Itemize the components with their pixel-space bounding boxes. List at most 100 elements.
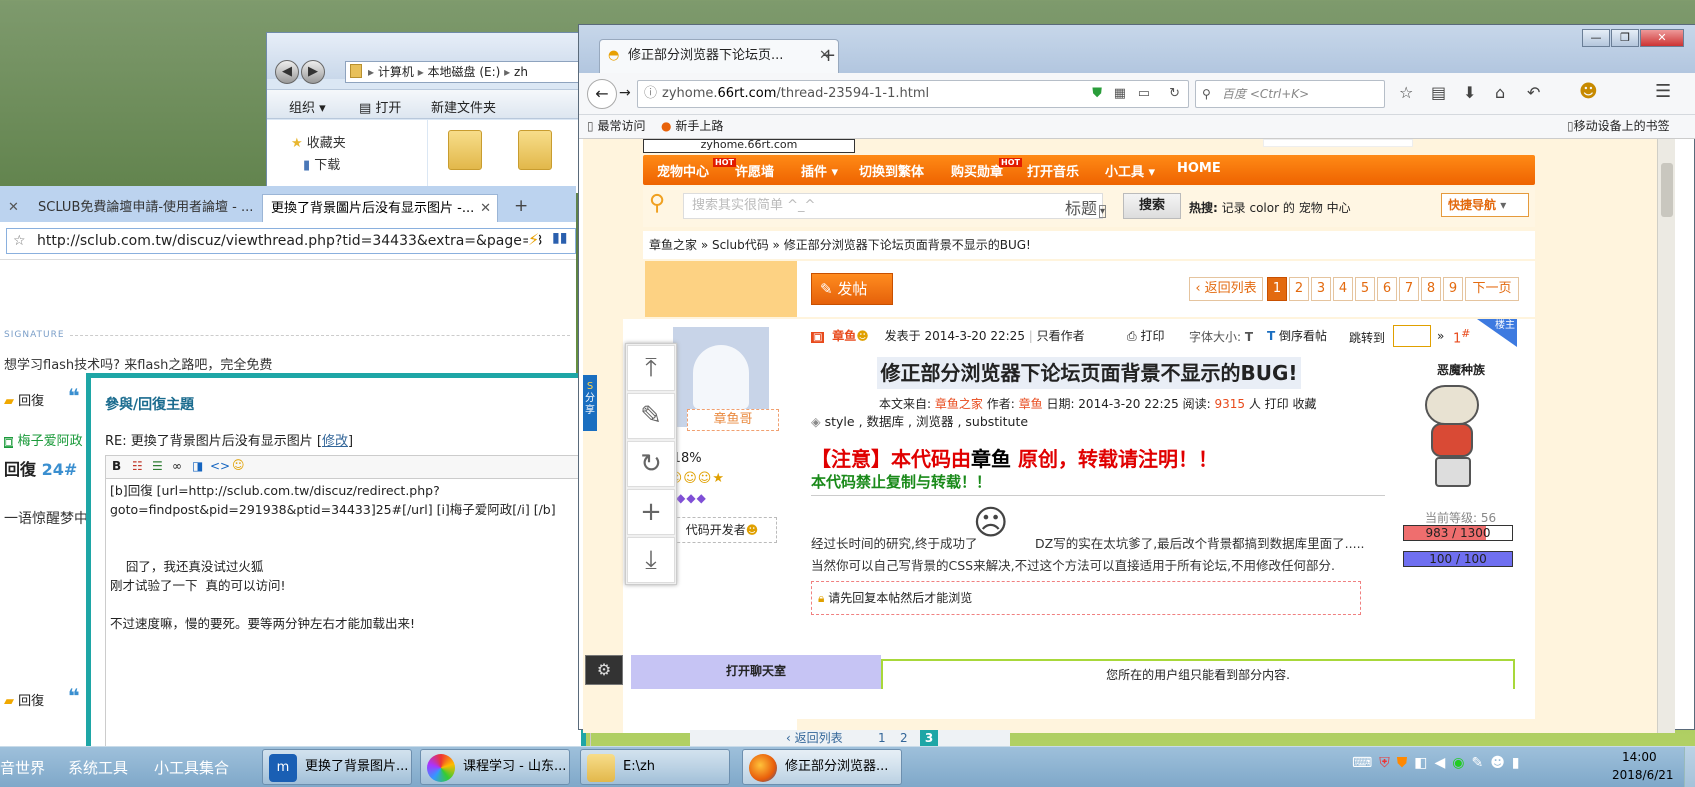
page-scrollbar[interactable] xyxy=(1657,139,1675,733)
hot-term[interactable]: color xyxy=(1249,201,1279,215)
left-browser-url-input[interactable]: ☆ http://sclub.com.tw/discuz/viewthread.… xyxy=(6,228,576,254)
nav-plugins[interactable]: 插件 ▾ xyxy=(801,161,838,180)
hot-term[interactable]: 中心 xyxy=(1327,201,1351,215)
hot-term[interactable]: 宠物 xyxy=(1299,201,1323,215)
close-tab-icon[interactable]: ✕ xyxy=(8,200,19,215)
close-tab-icon[interactable]: ✕ xyxy=(480,195,491,222)
taskbar-button-explorer[interactable]: E:\zh xyxy=(580,749,730,785)
nav-music[interactable]: 打开音乐 xyxy=(1027,161,1079,180)
tab-sclub[interactable]: SCLUB免費論壇申請-使用者論壇 - ...✕ xyxy=(30,194,256,222)
taskbar-button-maxthon[interactable]: m 更换了背景图片... xyxy=(262,749,412,785)
page-2[interactable]: 2 xyxy=(1289,277,1309,301)
code-icon[interactable]: <> xyxy=(210,459,230,473)
volume-icon[interactable]: ◀ xyxy=(1434,755,1452,771)
reply-link[interactable]: ▰ 回復 xyxy=(4,690,44,709)
folder-icon[interactable] xyxy=(518,130,552,170)
hot-term[interactable]: 的 xyxy=(1283,201,1295,215)
clock-time[interactable]: 14:00 xyxy=(1622,750,1657,764)
scroll-top-icon[interactable]: ⤒ xyxy=(627,345,675,391)
addon-icon[interactable]: ☻ xyxy=(1579,81,1598,102)
meta-author-link[interactable]: 章鱼 xyxy=(1019,397,1043,411)
mobile-bookmarks[interactable]: ▯移动设备上的书签 xyxy=(1567,115,1670,137)
folder-icon[interactable] xyxy=(448,130,482,170)
page-8[interactable]: 8 xyxy=(1421,277,1441,301)
scroll-bottom-icon[interactable]: ⤓ xyxy=(627,537,675,583)
info-icon[interactable]: ⓘ xyxy=(644,81,657,107)
organize-button[interactable]: 组织 ▾ xyxy=(289,97,326,116)
settings-gear-icon[interactable]: ⚙ xyxy=(585,655,623,685)
forward-icon[interactable]: ▶ xyxy=(301,60,325,84)
scroll-thumb[interactable] xyxy=(1661,163,1673,217)
clock-date[interactable]: 2018/6/21 xyxy=(1612,768,1674,782)
source-link[interactable]: 章鱼之家 xyxy=(935,397,983,411)
forum-search-input[interactable]: 搜索其实很简单 ^_^ xyxy=(683,193,1103,219)
tag-item[interactable]: 浏览器 xyxy=(916,414,954,429)
taskbar-item-world[interactable]: 音世界 xyxy=(0,757,45,778)
page-3[interactable]: 3 xyxy=(1311,277,1331,301)
author-link[interactable]: 章鱼 xyxy=(832,329,856,343)
firefox-url-input[interactable]: ⓘ zyhome.66rt.com/thread-23594-1-1.html … xyxy=(637,80,1189,108)
avatar-name[interactable]: 章鱼哥 xyxy=(687,409,779,431)
reply-link[interactable]: ▰ 回復 xyxy=(4,390,44,409)
show-desktop-button[interactable] xyxy=(1684,747,1695,787)
back-icon[interactable]: ← xyxy=(587,79,617,109)
bookmark-star-icon[interactable]: ☆ xyxy=(1399,83,1413,102)
reader-view-icon[interactable]: ▭ xyxy=(1138,81,1150,107)
color-icon[interactable]: ☷ xyxy=(132,459,143,473)
nav-buy-medals[interactable]: 购买勋章 HOT xyxy=(951,158,1022,180)
bottom-page-1[interactable]: 1 xyxy=(878,730,886,746)
bottom-page-3[interactable]: 3 xyxy=(920,730,938,746)
explorer-address-bar[interactable]: ▸ 计算机 ▸ 本地磁盘 (E:) ▸ zh xyxy=(345,61,585,83)
bold-icon[interactable]: B xyxy=(112,459,121,473)
print-link[interactable]: ⎙ 打印 xyxy=(1127,327,1164,344)
tag-item[interactable]: style xyxy=(825,414,855,429)
only-author-link[interactable]: 只看作者 xyxy=(1037,329,1085,343)
page-7[interactable]: 7 xyxy=(1399,277,1419,301)
keyboard-icon[interactable]: ⌨ xyxy=(1352,755,1379,771)
font-size-control[interactable]: 字体大小: T xyxy=(1189,328,1253,345)
close-window-button[interactable]: ✕ xyxy=(1640,29,1684,47)
next-page[interactable]: 下一页 xyxy=(1465,277,1519,301)
taskbar-item-gadgets[interactable]: 小工具集合 xyxy=(154,757,229,778)
maximize-button[interactable]: ❐ xyxy=(1611,29,1639,47)
reverse-order-link[interactable]: T 倒序看帖 xyxy=(1267,327,1327,344)
favorites-item[interactable]: ★ 收藏夹 xyxy=(291,132,346,151)
image-icon[interactable]: ☰ xyxy=(152,459,163,473)
quote-bubble-icon[interactable]: ◨ xyxy=(192,459,203,473)
page-1[interactable]: 1 xyxy=(1267,277,1287,301)
smiley-icon[interactable]: ☺ xyxy=(232,458,245,472)
taskbar-button-firefox[interactable]: 修正部分浏览器... xyxy=(742,749,902,785)
menu-icon[interactable]: ☰ xyxy=(1655,81,1671,102)
edit-icon[interactable]: ✎ xyxy=(627,393,675,439)
bottom-back-to-list[interactable]: ‹ 返回列表 xyxy=(786,730,843,746)
page-6[interactable]: 6 xyxy=(1377,277,1397,301)
home-icon[interactable]: ⌂ xyxy=(1495,83,1505,102)
share-tab[interactable]: S 分享 xyxy=(583,375,597,431)
lightning-icon[interactable]: ⚡ xyxy=(528,230,540,249)
undo-icon[interactable]: ↶ xyxy=(1527,83,1540,102)
shield-icon[interactable]: ⛊ xyxy=(1092,81,1102,107)
edit-link[interactable]: 修改 xyxy=(322,434,348,449)
nav-home[interactable]: HOME xyxy=(1177,161,1221,176)
link-icon[interactable]: ∞ xyxy=(172,459,182,473)
tab-current[interactable]: ◓ 修正部分浏览器下论坛页... ✕ xyxy=(599,39,839,73)
open-button[interactable]: ▤ 打开 xyxy=(359,97,401,116)
breadcrumb-drive[interactable]: 本地磁盘 (E:) xyxy=(428,65,501,79)
nav-wish-wall[interactable]: 许愿墙 xyxy=(735,161,774,180)
forward-icon[interactable]: → xyxy=(619,85,631,101)
breadcrumb-folder[interactable]: zh xyxy=(514,65,528,79)
taskbar-button-course[interactable]: 课程学习 - 山东... xyxy=(420,749,570,785)
shield-tray-icon[interactable]: ⛊ xyxy=(1397,755,1415,771)
demon-avatar[interactable] xyxy=(1411,379,1495,491)
antivirus-icon[interactable]: ⛨ xyxy=(1379,755,1397,771)
bookmark-most-visited[interactable]: ▯ 最常访问 xyxy=(587,115,645,137)
firefox-search-input[interactable]: ⚲ 百度 <Ctrl+K> xyxy=(1195,80,1385,108)
search-type-select[interactable]: 标题 ▾ xyxy=(1065,195,1121,218)
page-4[interactable]: 4 xyxy=(1333,277,1353,301)
tag-item[interactable]: 数据库 xyxy=(867,414,905,429)
bookmark-star-icon[interactable]: ☆ xyxy=(13,229,26,253)
plus-icon[interactable]: + xyxy=(627,489,675,535)
hot-term[interactable]: 记录 xyxy=(1222,201,1246,215)
new-folder-button[interactable]: 新建文件夹 xyxy=(431,97,496,116)
new-tab-icon[interactable]: + xyxy=(821,45,836,66)
